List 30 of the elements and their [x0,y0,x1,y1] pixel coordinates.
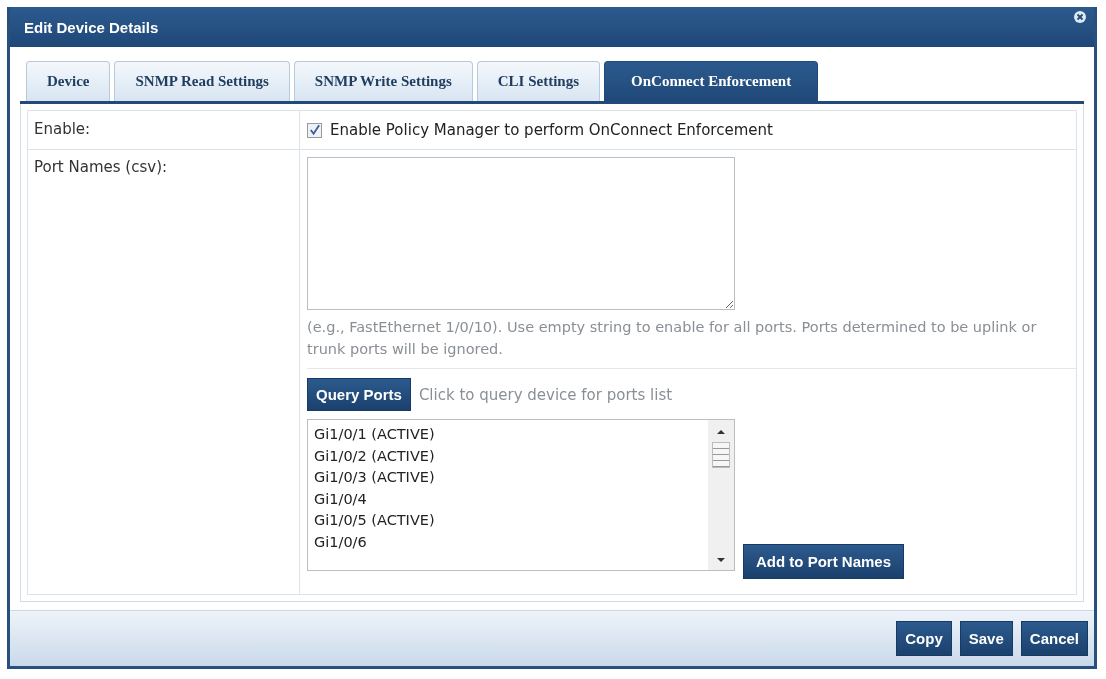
dialog-button[interactable]: Copy [896,621,952,656]
port-list-item[interactable]: Gi1/0/1 (ACTIVE) [314,424,702,446]
scroll-up-icon[interactable] [716,428,726,436]
tab[interactable]: SNMP Write Settings [293,61,473,101]
scroll-down-icon[interactable] [716,556,726,564]
ports-listbox[interactable]: Gi1/0/1 (ACTIVE) Gi1/0/2 (ACTIVE) Gi1/0/3 (ACTIVE) Gi1/0/4 Gi1/0/5 (ACTIVE) Gi1/0/6 [307,419,735,571]
port-list-item[interactable]: Gi1/0/3 (ACTIVE) [314,467,702,489]
checkbox-label: Enable Policy Manager to perform OnConnect Enforcement [330,121,773,139]
scrollbar[interactable] [708,420,734,570]
tab[interactable]: CLI Settings [476,61,601,101]
field-label: Port Names (csv): [34,158,168,176]
query-ports-button[interactable]: Query Ports [307,378,411,411]
tab[interactable]: Device [26,61,111,101]
help-text: Click to query device for ports list [418,385,673,404]
window-title: Edit Device Details [24,18,159,36]
port-names-field[interactable] [307,157,735,310]
dialog-button[interactable]: Cancel [1020,621,1088,656]
port-list-item[interactable]: Gi1/0/6 [314,531,702,553]
port-list-item[interactable]: Gi1/0/2 (ACTIVE) [314,445,702,467]
tab[interactable]: OnConnect Enforcement [604,61,819,101]
dialog-button[interactable]: Save [959,621,1013,656]
scroll-thumb[interactable] [712,442,730,468]
help-text: (e.g., FastEthernet 1/0/10). Use empty string to enable for all ports. Ports determined to be uplink or trunk ports will be ignored. [307,318,1038,359]
close-icon[interactable] [1074,11,1086,23]
port-list-item[interactable]: Gi1/0/5 (ACTIVE) [314,510,702,532]
field-label: Enable: [34,120,91,138]
port-list-item[interactable]: Gi1/0/4 [314,488,702,510]
add-to-port-names-button[interactable]: Add to Port Names [743,544,904,579]
checkbox[interactable] [307,122,322,138]
tab[interactable]: SNMP Read Settings [114,61,290,101]
